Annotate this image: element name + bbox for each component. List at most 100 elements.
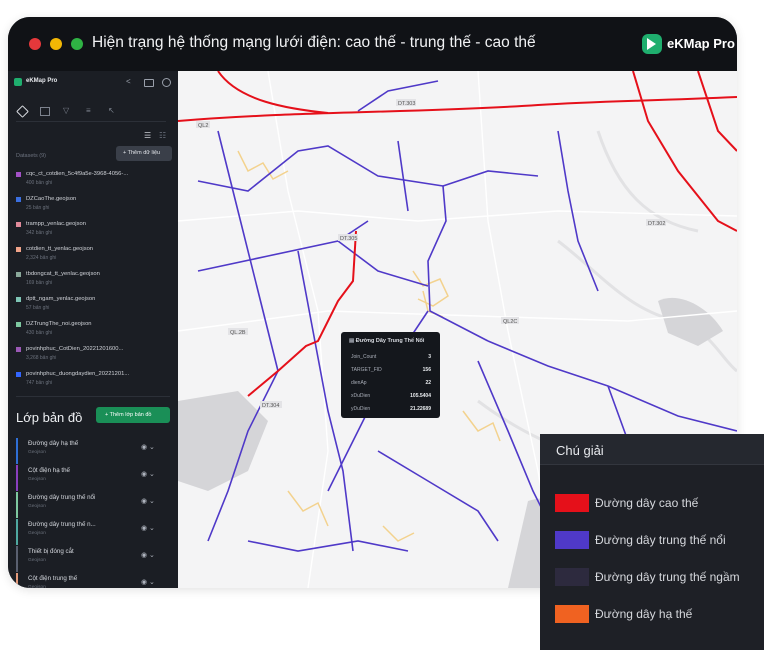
legend-item: Đường dây trung thế ngầm <box>555 568 760 588</box>
dataset-item[interactable]: trampp_yenlac.geojson 342 bản ghi <box>16 221 171 243</box>
sidebar-divider <box>16 396 170 397</box>
popup-title-text: Đường Dây Trung Thế Nổi <box>355 338 425 344</box>
brand-name: eKMap Pro <box>667 36 735 51</box>
visibility-icon[interactable]: ◉ ⌄ <box>141 578 155 586</box>
pointer-tab-icon[interactable]: ↖ <box>108 106 115 115</box>
dataset-color-swatch <box>16 197 21 202</box>
sidebar: eKMap Pro < ▽ ≡ ↖ ☰ ☷ Datasets (9) + Thê… <box>8 71 178 588</box>
popup-row: yDuDien 21.22689 <box>351 406 431 416</box>
dataset-color-swatch <box>16 347 21 352</box>
legend-header: Chú giải <box>540 434 764 465</box>
dataset-item[interactable]: cqc_ct_cotdien_5c4f9a5e-3968-4056-... 400… <box>16 171 171 193</box>
layer-type: Geojson <box>28 477 46 482</box>
add-data-label: + Thêm dữ liệu <box>123 150 161 156</box>
settings-tab-icon[interactable]: ≡ <box>86 106 91 115</box>
close-window-button[interactable] <box>29 38 41 50</box>
layer-item[interactable]: Cột điện trung thế Geojson ◉ ⌄ <box>16 573 168 588</box>
dataset-item[interactable]: DZCaoThe.geojson 25 bản ghi <box>16 196 171 218</box>
popup-row: Join_Count 3 <box>351 354 431 364</box>
legend-label: Đường dây cao thế <box>595 496 699 510</box>
visibility-icon[interactable]: ◉ ⌄ <box>141 524 155 532</box>
popup-icon: ▤ <box>349 338 356 344</box>
dataset-item[interactable]: DZTrungThe_noi.geojson 430 bản ghi <box>16 321 171 343</box>
road-label: DT.305 <box>340 236 357 242</box>
layer-item[interactable]: Đường dây trung thế n... Geojson ◉ ⌄ <box>16 519 168 545</box>
dataset-count: 3,268 bản ghi <box>26 355 57 361</box>
visibility-icon[interactable]: ◉ ⌄ <box>141 497 155 505</box>
dataset-color-swatch <box>16 172 21 177</box>
legend-label: Đường dây trung thế nổi <box>595 533 726 547</box>
popup-row-value: 105.5404 <box>410 393 431 399</box>
layer-item[interactable]: Thiết bị đóng cắt Geojson ◉ ⌄ <box>16 546 168 572</box>
dataset-name: trampp_yenlac.geojson <box>26 221 86 227</box>
dataset-item[interactable]: povinhphuc_CotDien_20221201600... 3,268 b… <box>16 346 171 368</box>
legend-label: Đường dây trung thế ngầm <box>595 570 740 584</box>
popup-row: TARGET_FID 156 <box>351 367 431 377</box>
maximize-window-button[interactable] <box>71 38 83 50</box>
add-data-button[interactable]: + Thêm dữ liệu <box>116 146 172 161</box>
layer-type: Geojson <box>28 531 46 536</box>
dataset-name: tbdongcat_tt_yenlac.geojson <box>26 271 100 277</box>
layer-name: Cột điện trung thế <box>28 575 78 582</box>
layer-name: Đường dây hạ thế <box>28 440 79 447</box>
list-view-icon[interactable]: ☰ <box>144 131 151 140</box>
visibility-icon[interactable]: ◉ ⌄ <box>141 551 155 559</box>
dataset-color-swatch <box>16 247 21 252</box>
ekmap-logo-icon <box>642 34 662 54</box>
popup-row-value: 156 <box>422 367 431 373</box>
dataset-count: 2,324 bản ghi <box>26 255 57 261</box>
dataset-item[interactable]: dptt_ngam_yenlac.geojson 57 bản ghi <box>16 296 171 318</box>
popup-row: dienAp 22 <box>351 380 431 390</box>
add-layer-label: + Thêm lớp bản đồ <box>105 412 152 418</box>
dataset-color-swatch <box>16 272 21 277</box>
legend-swatch <box>555 531 589 549</box>
legend-title: Chú giải <box>556 443 604 458</box>
layer-type: Geojson <box>28 558 46 563</box>
layer-item[interactable]: Cột điện hạ thế Geojson ◉ ⌄ <box>16 465 168 491</box>
title-bar: Hiện trạng hệ thống mạng lưới điện: cao … <box>8 17 737 71</box>
layer-item[interactable]: Đường dây trung thế nổi Geojson ◉ ⌄ <box>16 492 168 518</box>
popup-row-key: Join_Count <box>351 354 377 360</box>
dataset-color-swatch <box>16 222 21 227</box>
layer-type: Geojson <box>28 450 46 455</box>
table-tab-icon[interactable] <box>40 107 50 116</box>
dataset-count: 25 bản ghi <box>26 205 50 211</box>
dataset-item[interactable]: cotdien_tt_yenlac.geojson 2,324 bản ghi <box>16 246 171 268</box>
legend-swatch <box>555 494 589 512</box>
road-label: QL.2B <box>230 330 246 336</box>
minimize-window-button[interactable] <box>50 38 62 50</box>
road-label: DT.304 <box>262 403 279 409</box>
dataset-name: povinhphuc_CotDien_20221201600... <box>26 346 124 352</box>
layer-item[interactable]: Đường dây hạ thế Geojson ◉ ⌄ <box>16 438 168 464</box>
dataset-count: 57 bản ghi <box>26 305 50 311</box>
road-label: DT.303 <box>398 101 415 107</box>
dataset-item[interactable]: tbdongcat_tt_yenlac.geojson 169 bản ghi <box>16 271 171 293</box>
filter-tab-icon[interactable]: ▽ <box>63 106 69 115</box>
detail-view-icon[interactable]: ☷ <box>159 131 166 140</box>
popup-row-value: 21.22689 <box>410 406 431 412</box>
app-header: eKMap Pro < <box>14 77 174 89</box>
dataset-count: 430 bản ghi <box>26 330 53 336</box>
layer-type: Geojson <box>28 504 46 509</box>
dataset-name: povinhphuc_duongdaydien_20221201... <box>26 371 130 377</box>
layers-tab-icon[interactable] <box>16 105 29 118</box>
add-layer-button[interactable]: + Thêm lớp bản đồ <box>96 407 170 423</box>
settings-icon[interactable] <box>162 78 171 87</box>
legend-item: Đường dây hạ thế <box>555 605 760 625</box>
legend-swatch <box>555 605 589 623</box>
dataset-name: cotdien_tt_yenlac.geojson <box>26 246 94 252</box>
layer-name: Đường dây trung thế n... <box>28 521 96 528</box>
visibility-icon[interactable]: ◉ ⌄ <box>141 470 155 478</box>
dataset-name: DZCaoThe.geojson <box>26 196 77 202</box>
road-label: QL2C <box>503 319 517 325</box>
dataset-name: DZTrungThe_noi.geojson <box>26 321 92 327</box>
visibility-icon[interactable]: ◉ ⌄ <box>141 443 155 451</box>
sidebar-tabs: ▽ ≡ ↖ <box>16 105 166 122</box>
legend-label: Đường dây hạ thế <box>595 607 693 621</box>
popup-row-value: 3 <box>428 354 431 360</box>
folder-icon[interactable] <box>144 79 154 87</box>
dataset-item[interactable]: povinhphuc_duongdaydien_20221201... 747 b… <box>16 371 171 393</box>
cao-the-lines <box>178 71 737 397</box>
share-icon[interactable]: < <box>126 77 131 86</box>
legend-item: Đường dây cao thế <box>555 494 760 514</box>
